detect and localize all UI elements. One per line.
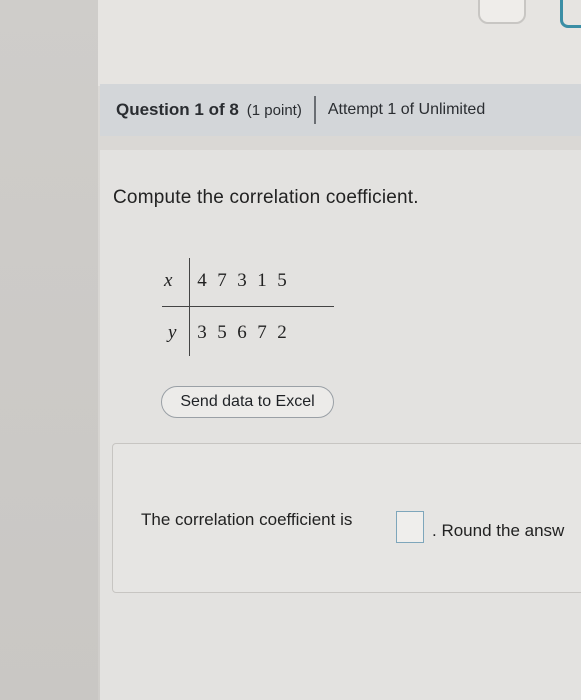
- y-value: 7: [257, 322, 267, 343]
- y-row-label: y: [168, 322, 177, 343]
- question-header: Question 1 of 8 (1 point) Attempt 1 of U…: [100, 84, 581, 136]
- question-points: (1 point): [246, 101, 302, 119]
- y-value: 3: [197, 322, 207, 343]
- send-to-excel-button[interactable]: Send data to Excel: [161, 386, 334, 418]
- x-value: 7: [217, 270, 227, 291]
- x-row-label: x: [164, 270, 173, 291]
- question-number: Question 1 of 8: [116, 100, 239, 119]
- y-value: 6: [237, 322, 247, 343]
- y-value: 5: [217, 322, 227, 343]
- data-table: x 4 7 3 1 5 y 3 5 6 7 2: [158, 258, 338, 358]
- answer-rounding-instruction: . Round the answ: [432, 521, 565, 540]
- table-horizontal-divider: [162, 306, 334, 307]
- x-value: 1: [257, 270, 267, 291]
- top-toolbar-icon[interactable]: [560, 0, 581, 28]
- header-divider: [313, 96, 316, 124]
- top-toolbar-button[interactable]: [478, 0, 526, 24]
- attempt-counter: Attempt 1 of Unlimited: [327, 101, 486, 118]
- x-value: 3: [237, 270, 247, 291]
- question-content: [100, 150, 581, 700]
- question-prompt: Compute the correlation coefficient.: [113, 187, 419, 208]
- answer-input[interactable]: [396, 511, 424, 543]
- table-vertical-divider: [189, 258, 190, 356]
- x-value: 5: [277, 270, 287, 291]
- answer-lead-text: The correlation coefficient is: [141, 510, 353, 529]
- x-value: 4: [197, 270, 207, 291]
- y-row-values: 3 5 6 7 2: [196, 322, 288, 344]
- background-strip: [0, 0, 98, 700]
- y-value: 2: [277, 322, 287, 343]
- x-row-values: 4 7 3 1 5: [196, 270, 288, 292]
